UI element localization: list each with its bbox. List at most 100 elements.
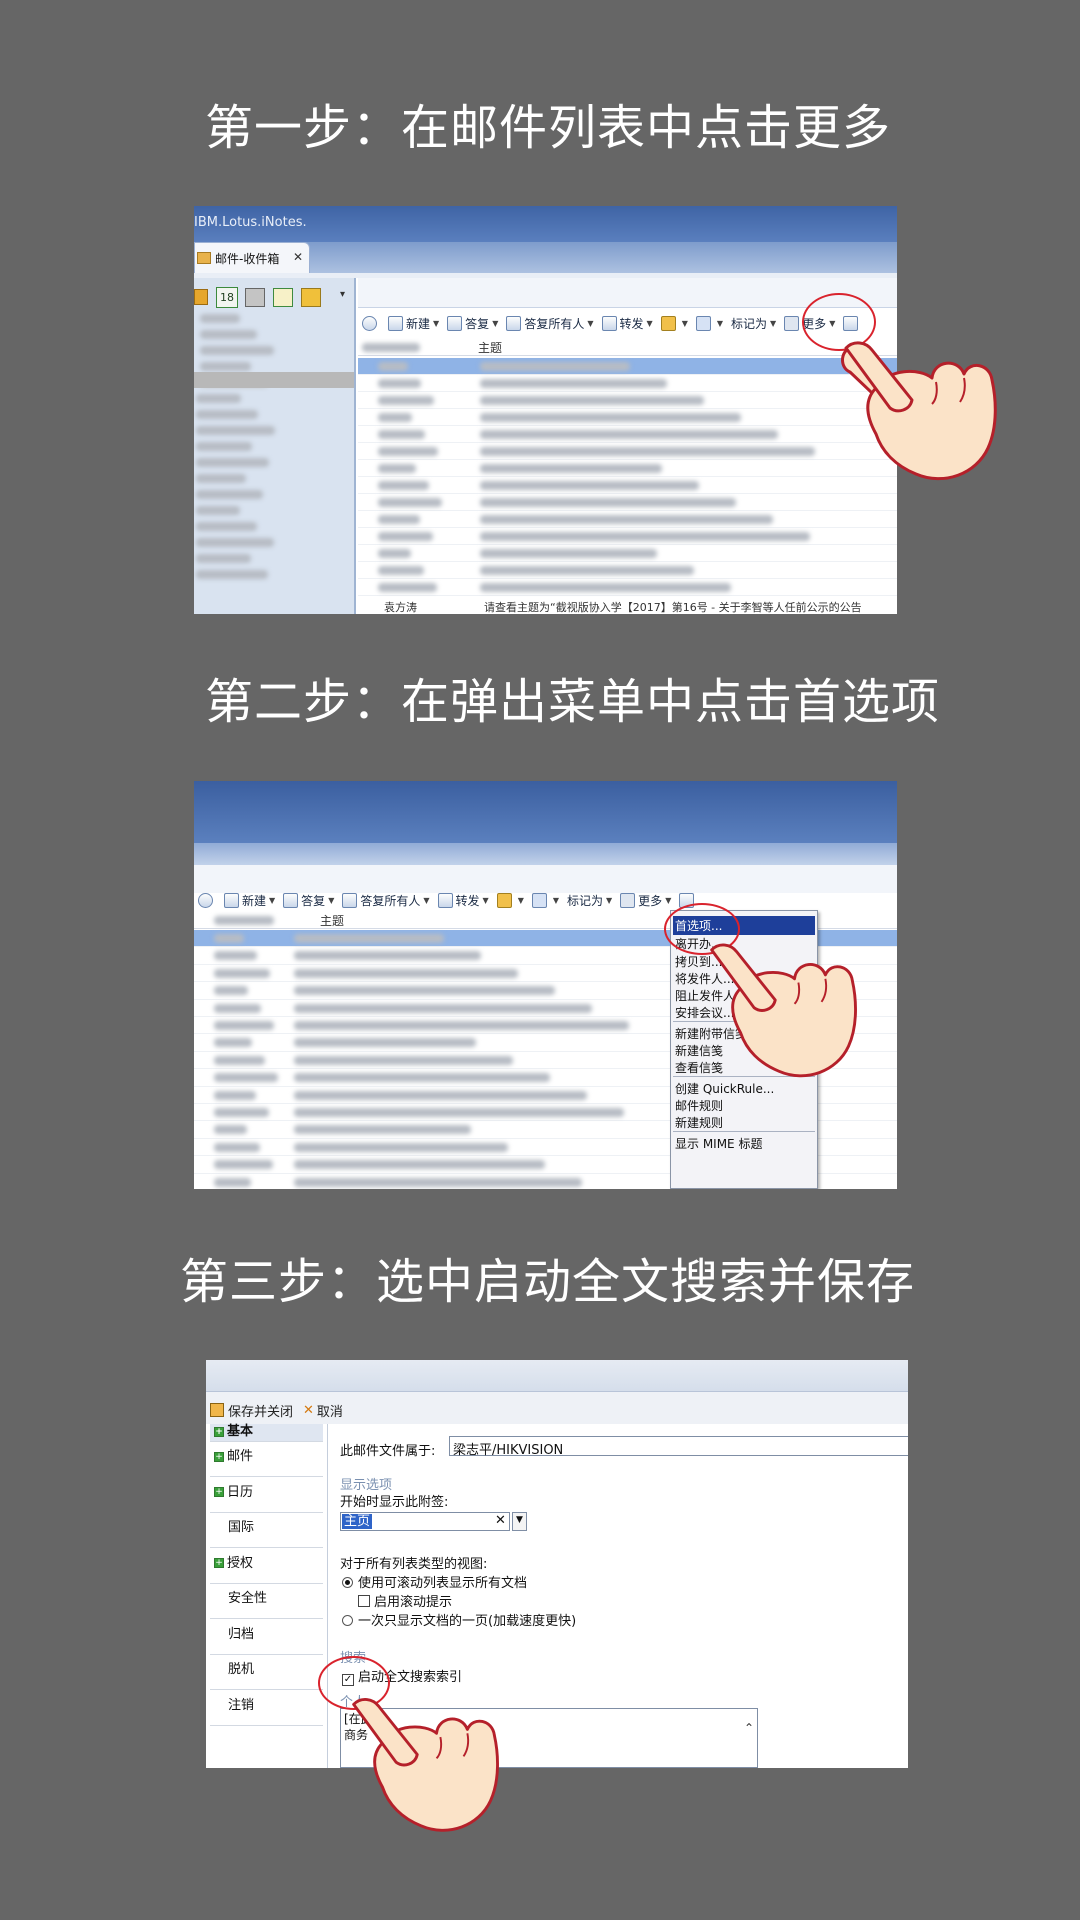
- tab-inbox[interactable]: 邮件-收件箱 ✕: [194, 242, 310, 273]
- nav-item[interactable]: 归档: [210, 1620, 323, 1655]
- forward-button[interactable]: 转发 ▼: [601, 315, 653, 332]
- sidebar-item[interactable]: [196, 506, 240, 515]
- nav-label: 邮件: [227, 1449, 254, 1464]
- nav-item[interactable]: + 日历: [210, 1478, 323, 1513]
- nav-item[interactable]: + 基本: [210, 1424, 323, 1442]
- new-button[interactable]: 新建 ▼: [388, 315, 439, 332]
- radio-scroll-list[interactable]: 使用可滚动列表显示所有文档: [342, 1572, 527, 1591]
- dropdown-button[interactable]: ▼: [512, 1512, 527, 1531]
- sidebar-item[interactable]: [196, 538, 274, 547]
- nav-item[interactable]: 国际: [210, 1513, 323, 1548]
- sidebar-selected-folder[interactable]: [194, 372, 354, 388]
- subject-column-header[interactable]: 主题: [478, 339, 502, 356]
- sidebar-item[interactable]: [200, 330, 257, 339]
- clear-icon[interactable]: ✕: [495, 1513, 506, 1528]
- sidebar-item[interactable]: [196, 410, 258, 419]
- calendar-icon[interactable]: 18: [216, 287, 238, 308]
- refresh-button[interactable]: [198, 892, 216, 908]
- folder-button[interactable]: ▼: [496, 892, 524, 908]
- nav-item[interactable]: 脱机: [210, 1655, 323, 1690]
- table-row[interactable]: [358, 545, 897, 562]
- expand-icon[interactable]: +: [214, 1426, 224, 1437]
- table-row[interactable]: [358, 579, 897, 596]
- menu-item[interactable]: 新建规则: [675, 1114, 723, 1131]
- flag-button[interactable]: ▼: [695, 315, 723, 331]
- more-button[interactable]: 更多 ▼: [620, 892, 671, 909]
- table-row[interactable]: [358, 528, 897, 545]
- sidebar-item[interactable]: [196, 442, 252, 451]
- table-row[interactable]: 袁方涛 请查看主题为“截视版协入学【2017】第16号 - 关于李智等人任前公示…: [358, 598, 897, 614]
- folder-icon: [660, 315, 676, 331]
- contacts-icon[interactable]: [245, 288, 265, 307]
- step-3-title: 第三步：选中启动全文搜索并保存: [180, 1254, 916, 1310]
- reply-button[interactable]: 答复 ▼: [447, 315, 498, 332]
- reply-button[interactable]: 答复 ▼: [283, 892, 334, 909]
- flag-icon: [695, 315, 711, 331]
- sidebar: 18 ▾: [194, 278, 356, 614]
- table-row[interactable]: [358, 443, 897, 460]
- table-row[interactable]: [358, 477, 897, 494]
- nav-label: 归档: [228, 1626, 255, 1642]
- mail-icon[interactable]: [194, 289, 208, 305]
- mark-as-button[interactable]: 标记为 ▼: [567, 892, 612, 909]
- radio-unselected: [342, 1615, 353, 1626]
- reply-all-button[interactable]: 答复所有人 ▼: [342, 892, 430, 909]
- reply-all-button[interactable]: 答复所有人 ▼: [506, 315, 594, 332]
- table-row[interactable]: [358, 358, 897, 375]
- table-row[interactable]: [358, 392, 897, 409]
- sidebar-item[interactable]: [196, 570, 268, 579]
- chevron-down-icon[interactable]: ▾: [340, 289, 345, 300]
- trash-icon: [784, 315, 800, 331]
- nav-item[interactable]: + 授权: [210, 1549, 323, 1584]
- sidebar-item[interactable]: [196, 522, 257, 531]
- subject-column-header[interactable]: 主题: [320, 912, 344, 929]
- table-row[interactable]: [358, 426, 897, 443]
- menu-item[interactable]: 显示 MIME 标题: [675, 1135, 762, 1152]
- refresh-icon: [362, 315, 377, 331]
- sidebar-item[interactable]: [196, 554, 251, 563]
- refresh-button[interactable]: [362, 315, 380, 331]
- nav-item[interactable]: + 邮件: [210, 1442, 323, 1477]
- table-row[interactable]: [358, 511, 897, 528]
- notebook-icon[interactable]: [301, 288, 321, 307]
- sidebar-item[interactable]: [196, 474, 246, 483]
- cancel-button[interactable]: ✕ 取消: [303, 1401, 343, 1420]
- expand-icon[interactable]: +: [214, 1487, 224, 1497]
- table-row[interactable]: [358, 562, 897, 579]
- scroll-up-icon[interactable]: ⌃: [744, 1721, 754, 1735]
- toolbar: 新建 ▼ 答复 ▼ 答复所有人 ▼ 转发 ▼ ▼ ▼ 标记为 ▼ 更多 ▼: [198, 890, 705, 910]
- flag-button[interactable]: ▼: [531, 892, 559, 908]
- start-tab-label: 开始时显示此附签:: [340, 1495, 449, 1510]
- radio-one-page[interactable]: 一次只显示文档的一页(加载速度更快): [342, 1610, 576, 1629]
- start-tab-select[interactable]: 主页 ✕: [340, 1512, 510, 1531]
- expand-icon[interactable]: +: [214, 1451, 224, 1462]
- sidebar-item[interactable]: [200, 314, 240, 323]
- sidebar-item[interactable]: [196, 394, 241, 403]
- sidebar-item[interactable]: [200, 346, 274, 355]
- save-close-button[interactable]: 保存并关闭: [210, 1401, 293, 1420]
- reply-icon: [447, 315, 463, 331]
- sidebar-item[interactable]: [196, 458, 269, 467]
- nav-item[interactable]: 注销: [210, 1691, 323, 1726]
- table-row[interactable]: [358, 460, 897, 477]
- todo-icon[interactable]: [273, 288, 293, 307]
- table-row[interactable]: [358, 375, 897, 392]
- expand-icon[interactable]: +: [214, 1558, 224, 1568]
- owner-field[interactable]: 梁志平/HIKVISION: [449, 1436, 908, 1458]
- sidebar-item[interactable]: [196, 490, 263, 499]
- new-button[interactable]: 新建 ▼: [224, 892, 275, 909]
- scroll-tip-checkbox[interactable]: 启用滚动提示: [358, 1591, 452, 1610]
- folder-button[interactable]: ▼: [660, 315, 688, 331]
- nav-item[interactable]: 安全性: [210, 1584, 323, 1619]
- sidebar-item[interactable]: [200, 362, 251, 371]
- table-row[interactable]: [358, 409, 897, 426]
- close-icon[interactable]: ✕: [293, 250, 303, 264]
- table-row[interactable]: [358, 494, 897, 511]
- nav-label: 授权: [227, 1555, 254, 1571]
- forward-button[interactable]: 转发 ▼: [437, 892, 489, 909]
- mark-as-button[interactable]: 标记为 ▼: [731, 315, 776, 332]
- sidebar-item[interactable]: [196, 426, 275, 435]
- menu-item[interactable]: 邮件规则: [675, 1097, 723, 1114]
- forward-icon: [601, 315, 617, 331]
- step-1-title: 第一步：在邮件列表中点击更多: [205, 100, 892, 156]
